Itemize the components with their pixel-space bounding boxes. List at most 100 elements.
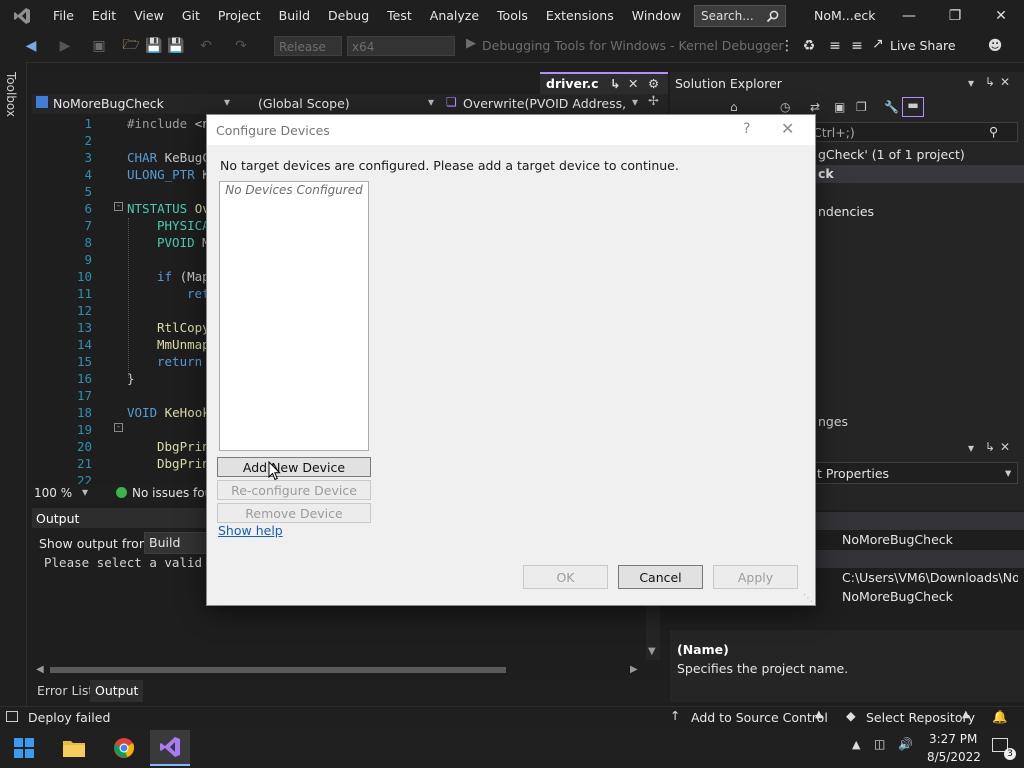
add-new-device-button[interactable]: Add New Device (217, 457, 371, 477)
step-icon[interactable]: ⋮ (778, 37, 796, 55)
preview-selected-icon[interactable]: ▬ (902, 97, 924, 117)
tab-output[interactable]: Output (90, 680, 144, 702)
home-icon[interactable]: ⌂ (730, 100, 738, 114)
restore-icon[interactable]: ❐ (932, 0, 978, 32)
scrollbar-thumb[interactable] (50, 667, 506, 673)
search-input[interactable]: Search... (694, 5, 786, 27)
clock-date[interactable]: 8/5/2022 (927, 750, 981, 764)
undo-icon[interactable]: ↶ (197, 37, 215, 55)
menu-test[interactable]: Test (378, 0, 421, 32)
menu-build[interactable]: Build (270, 0, 319, 32)
properties-wrench-icon[interactable]: 🔧 (884, 100, 899, 114)
message-icon[interactable] (6, 711, 18, 722)
menu-analyze[interactable]: Analyze (421, 0, 488, 32)
collapse-all-icon[interactable]: ▣ (834, 100, 845, 114)
scroll-left-icon[interactable]: ◀ (36, 664, 44, 675)
save-all-icon[interactable]: 💾 (167, 37, 185, 55)
fold-toggle-icon[interactable]: - (114, 202, 123, 211)
pin-icon[interactable]: ↳ (985, 75, 995, 89)
fold-toggle-icon[interactable]: - (114, 423, 123, 432)
history-icon[interactable]: ◷ (780, 100, 790, 114)
function-nav-dropdown[interactable]: Overwrite(PVOID Address, PVOI (463, 95, 629, 113)
add-to-source-control[interactable]: Add to Source Control (691, 710, 828, 725)
menu-git[interactable]: Git (173, 0, 209, 32)
format-icon[interactable]: ≡ (848, 37, 866, 55)
select-repository[interactable]: Select Repository (866, 710, 975, 725)
close-panel-icon[interactable]: ✕ (1000, 440, 1010, 454)
split-editor-icon[interactable]: ✢ (648, 94, 659, 109)
scroll-down-icon[interactable]: ▼ (648, 646, 656, 657)
hot-reload-icon[interactable]: ♻ (800, 37, 818, 55)
resize-grip-icon[interactable]: ⋱ (803, 593, 813, 604)
menu-file[interactable]: File (44, 0, 83, 32)
clock-time[interactable]: 3:27 PM (929, 732, 977, 746)
remove-device-button[interactable]: Remove Device (217, 503, 371, 523)
breakpoints-icon[interactable]: ≡ (826, 37, 844, 55)
visual-studio-taskbar-icon[interactable] (150, 730, 190, 766)
toolbox-tab[interactable]: Toolbox (4, 72, 18, 117)
windows-start-icon[interactable] (4, 730, 44, 766)
cancel-button[interactable]: Cancel (618, 565, 703, 589)
line-number: 11 (76, 286, 92, 301)
property-path-value[interactable]: C:\Users\VM6\Downloads\NoMo (842, 569, 1018, 587)
volume-icon[interactable]: 🔊 (898, 737, 913, 751)
feedback-icon[interactable]: ☻ (986, 37, 1004, 55)
navigate-back-icon[interactable]: ◀ (22, 37, 40, 55)
new-project-icon[interactable]: ▣ (90, 37, 108, 55)
show-help-link[interactable]: Show help (218, 523, 283, 538)
menu-edit[interactable]: Edit (83, 0, 125, 32)
navigate-forward-icon[interactable]: ▶ (56, 37, 74, 55)
chevron-up-icon[interactable]: ▲ (852, 738, 860, 751)
configuration-dropdown[interactable]: Release (274, 36, 342, 56)
property-name-value[interactable]: NoMoreBugCheck (842, 531, 1018, 549)
menu-extensions[interactable]: Extensions (537, 0, 623, 32)
tab-error-list[interactable]: Error List (32, 680, 98, 702)
close-panel-icon[interactable]: ✕ (1000, 75, 1010, 89)
menu-tools[interactable]: Tools (488, 0, 537, 32)
redo-icon[interactable]: ↷ (232, 37, 250, 55)
start-debug-icon[interactable]: ▶ (466, 36, 476, 51)
line-number: 17 (76, 388, 92, 403)
apply-button[interactable]: Apply (713, 565, 798, 589)
project-nav-dropdown[interactable]: NoMoreBugCheck (53, 95, 233, 113)
reconfigure-device-button[interactable]: Re-configure Device (217, 480, 371, 500)
tab-pin-icon[interactable]: ↳ (610, 74, 620, 93)
show-all-files-icon[interactable]: ❐ (856, 100, 867, 114)
dialog-help-icon[interactable]: ? (743, 121, 750, 137)
platform-dropdown[interactable]: x64 (347, 36, 455, 56)
tab-driver-c[interactable]: driver.c ↳ ✕ ⚙ (540, 72, 668, 94)
network-icon[interactable]: ◫ (874, 737, 885, 751)
chevron-down-icon[interactable]: ▾ (968, 441, 974, 455)
tab-settings-gear-icon[interactable]: ⚙ (648, 74, 659, 93)
notification-bell-icon[interactable]: 🔔 (992, 709, 1008, 725)
output-horizontal-scrollbar[interactable]: ◀ ▶ (36, 664, 640, 676)
sync-icon[interactable]: ⇄ (810, 100, 820, 114)
ok-button[interactable]: OK (523, 565, 608, 589)
scope-nav-dropdown[interactable]: (Global Scope) (258, 95, 438, 113)
chrome-icon[interactable] (104, 730, 144, 766)
menu-project[interactable]: Project (209, 0, 270, 32)
live-share-icon[interactable]: ↗ (872, 36, 884, 52)
close-window-icon[interactable]: ✕ (978, 0, 1024, 32)
debug-target-dropdown[interactable]: Debugging Tools for Windows - Kernel Deb… (482, 38, 784, 53)
menu-debug[interactable]: Debug (319, 0, 378, 32)
chevron-down-icon[interactable]: ▾ (968, 76, 974, 90)
live-share-button[interactable]: Live Share (890, 38, 956, 53)
device-list[interactable]: No Devices Configured (219, 181, 369, 451)
menu-window[interactable]: Window (623, 0, 690, 32)
scroll-right-icon[interactable]: ▶ (630, 664, 638, 675)
tree-item-label: ndencies (818, 204, 875, 219)
property-file-value[interactable]: NoMoreBugCheck (842, 588, 1018, 606)
save-icon[interactable]: 💾 (145, 37, 163, 55)
search-placeholder: Search... (701, 9, 754, 23)
minimize-icon[interactable]: — (886, 0, 932, 32)
output-source-dropdown[interactable]: Build (144, 532, 210, 554)
pin-icon[interactable]: ↳ (985, 440, 995, 454)
dialog-close-icon[interactable]: ✕ (781, 119, 794, 138)
configure-devices-dialog: Configure Devices ? ✕ No target devices … (206, 114, 816, 606)
menu-view[interactable]: View (125, 0, 173, 32)
tab-close-icon[interactable]: ✕ (628, 74, 638, 93)
zoom-dropdown[interactable]: 100 % (34, 486, 72, 500)
open-folder-icon[interactable]: 🗁 (122, 37, 140, 55)
file-explorer-icon[interactable] (54, 730, 94, 766)
